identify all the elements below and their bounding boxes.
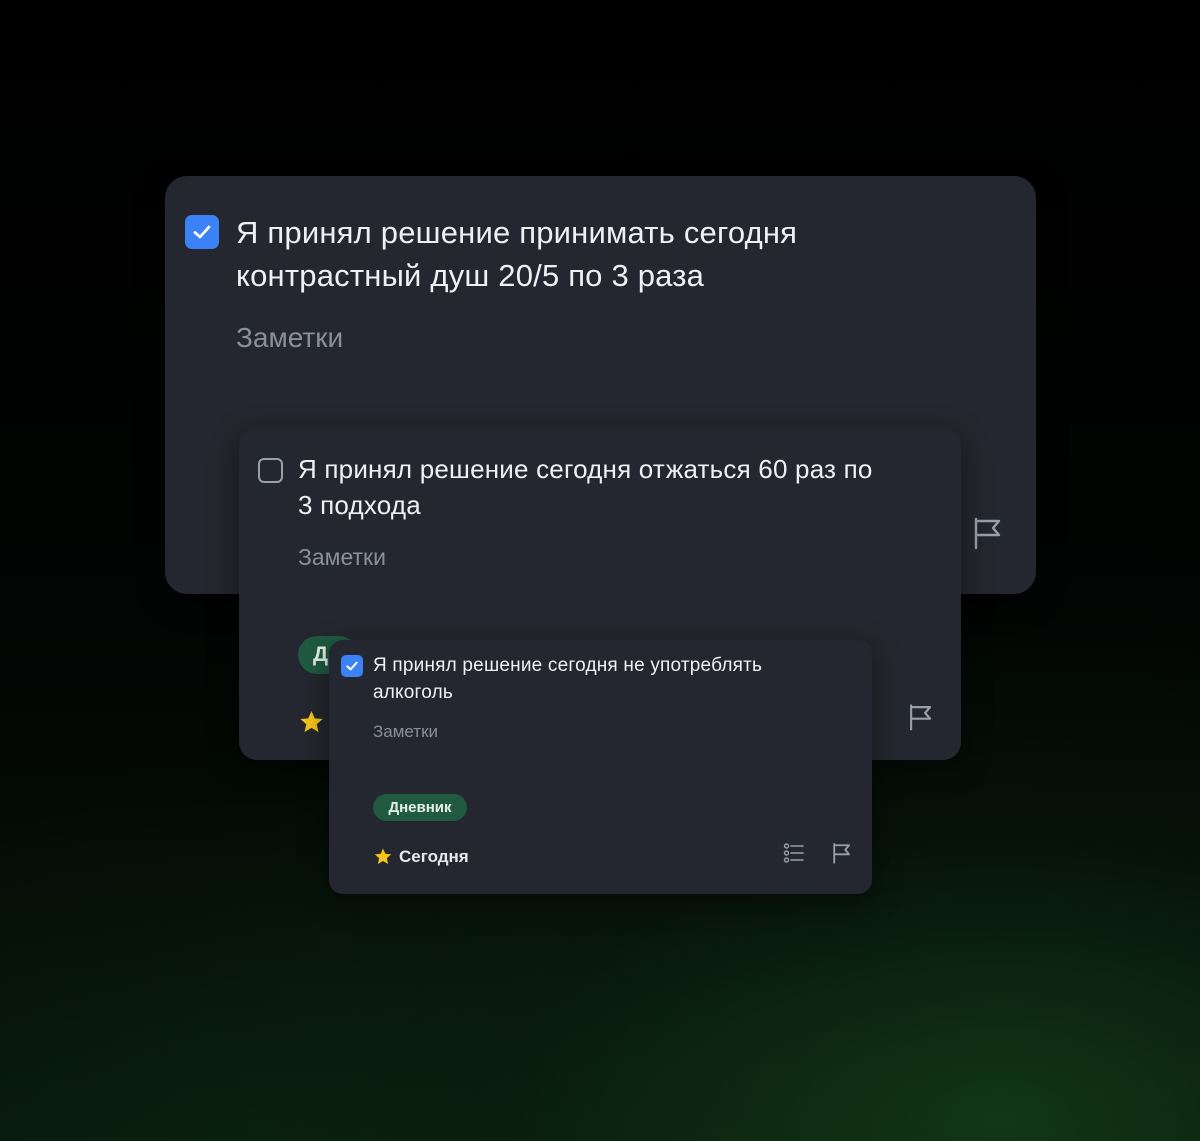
tag-label: Д [313,643,328,666]
checklist-button[interactable] [783,842,805,864]
task-card-no-alcohol[interactable]: Я принял решение сегодня не употреблять … [329,640,872,894]
task-checkbox[interactable] [258,458,283,483]
tag-label: Дневник [388,799,452,816]
notes-field[interactable]: Заметки [373,721,438,743]
task-title-line-1[interactable]: Я принял решение сегодня отжаться 60 раз… [298,453,873,486]
when-label: Сегодня [399,847,469,866]
flag-icon [910,704,932,731]
flag-button[interactable] [907,703,935,731]
when-today[interactable]: Сегодня [373,846,469,868]
tag-badge-diary[interactable]: Дневник [373,794,467,821]
check-icon [346,661,358,671]
check-icon [193,225,211,239]
star-icon [298,709,325,736]
task-title-line-2[interactable]: контрастный душ 20/5 по 3 раза [236,257,704,295]
notes-field[interactable]: Заметки [236,320,343,356]
notes-field[interactable]: Заметки [298,542,386,572]
flag-button[interactable] [971,516,1005,550]
task-title-line-2[interactable]: алкоголь [373,681,453,705]
task-title-line-1[interactable]: Я принял решение сегодня не употреблять [373,654,762,678]
flag-button[interactable] [831,842,853,864]
task-title-line-1[interactable]: Я принял решение принимать сегодня [236,214,797,252]
task-title-line-2[interactable]: 3 подхода [298,489,421,522]
task-checkbox[interactable] [185,215,219,249]
flag-icon [833,843,851,864]
task-checkbox[interactable] [341,655,363,677]
checklist-icon [783,843,804,863]
flag-icon [974,517,1001,550]
star-icon [373,847,393,867]
